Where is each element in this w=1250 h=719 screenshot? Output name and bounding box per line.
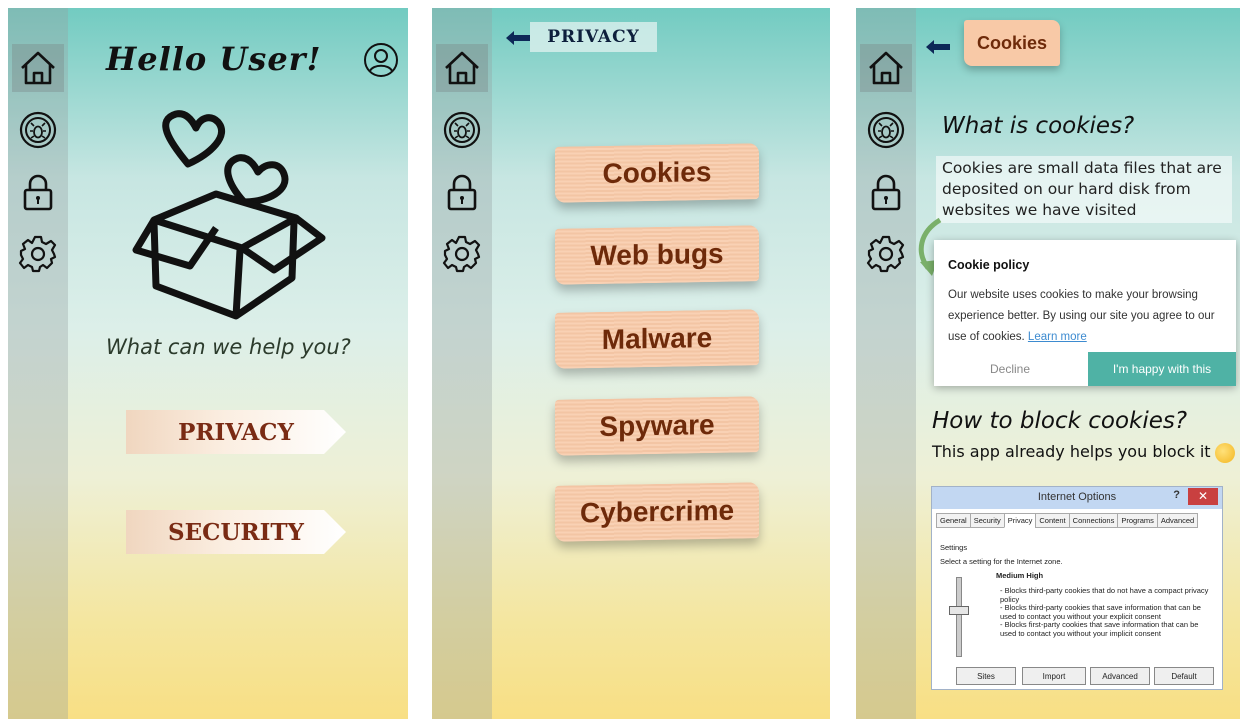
heading-how-to-block: How to block cookies? <box>932 408 1188 434</box>
tab-privacy[interactable]: Privacy <box>1003 513 1037 528</box>
lock-icon[interactable] <box>12 168 64 216</box>
import-button[interactable]: Import <box>1022 667 1086 685</box>
user-avatar-icon[interactable] <box>363 42 399 82</box>
gear-icon[interactable] <box>436 230 488 278</box>
slider-thumb[interactable] <box>949 606 969 615</box>
tab-bar: General Security Privacy Content Connect… <box>936 513 1199 528</box>
description-line: - Blocks third-party cookies that do not… <box>1000 586 1209 604</box>
internet-options-window: Internet Options ? ✕ General Security Pr… <box>931 486 1223 690</box>
home-icon[interactable] <box>436 44 488 92</box>
cookie-policy-title: Cookie policy <box>948 258 1030 272</box>
learn-more-link[interactable]: Learn more <box>1028 331 1087 343</box>
topic-spyware-button[interactable]: Spyware <box>555 396 759 456</box>
lock-icon[interactable] <box>436 168 488 216</box>
page-title: PRIVACY <box>530 22 657 52</box>
greeting-title: Hello User! <box>106 40 322 78</box>
decline-button[interactable]: Decline <box>934 352 1086 386</box>
sidebar <box>8 8 68 719</box>
help-prompt: What can we help you? <box>106 335 351 359</box>
topic-web-bugs-button[interactable]: Web bugs <box>555 225 759 285</box>
home-screen: Hello User! What can we help you? PRIVAC… <box>8 8 408 719</box>
cookie-policy-card: Cookie policy Our website uses cookies t… <box>934 240 1236 386</box>
home-icon[interactable] <box>12 44 64 92</box>
tab-content[interactable]: Content <box>1035 513 1070 528</box>
tab-programs[interactable]: Programs <box>1117 513 1158 528</box>
smiley-emoji-icon <box>1214 442 1235 463</box>
description-line: - Blocks first-party cookies that save i… <box>1000 620 1199 638</box>
sidebar <box>856 8 916 719</box>
bug-shield-icon[interactable] <box>860 106 912 154</box>
advanced-button[interactable]: Advanced <box>1090 667 1150 685</box>
privacy-button[interactable]: PRIVACY <box>126 410 346 454</box>
default-button[interactable]: Default <box>1154 667 1214 685</box>
privacy-slider[interactable] <box>949 577 969 657</box>
security-button[interactable]: SECURITY <box>126 510 346 554</box>
description-line: - Blocks third-party cookies that save i… <box>1000 603 1201 621</box>
bug-shield-icon[interactable] <box>436 106 488 154</box>
heart-gift-box-icon <box>126 110 326 324</box>
back-arrow-icon[interactable] <box>926 40 950 54</box>
lock-icon[interactable] <box>860 168 912 216</box>
gear-icon[interactable] <box>860 230 912 278</box>
tab-connections[interactable]: Connections <box>1068 513 1119 528</box>
heading-what-is-cookies: What is cookies? <box>942 113 1135 139</box>
privacy-level-description: - Blocks third-party cookies that do not… <box>1000 586 1210 638</box>
window-titlebar: Internet Options ? ✕ <box>932 487 1222 509</box>
gear-icon[interactable] <box>12 230 64 278</box>
privacy-level: Medium High <box>996 571 1044 580</box>
back-arrow-icon[interactable] <box>506 31 530 45</box>
sidebar <box>432 8 492 719</box>
cookies-definition: Cookies are small data files that are de… <box>936 156 1232 223</box>
home-icon[interactable] <box>860 44 912 92</box>
tab-security[interactable]: Security <box>969 513 1005 528</box>
topic-cybercrime-button[interactable]: Cybercrime <box>555 482 759 542</box>
page-title: Cookies <box>964 20 1060 66</box>
privacy-screen: PRIVACY Cookies Web bugs Malware Spyware… <box>432 8 830 719</box>
sites-button[interactable]: Sites <box>956 667 1016 685</box>
help-button[interactable]: ? <box>1173 489 1180 501</box>
settings-label: Settings <box>940 543 968 552</box>
cookies-screen: Cookies What is cookies? Cookies are sma… <box>856 8 1240 719</box>
tab-general[interactable]: General <box>936 513 971 528</box>
cookie-policy-text: Our website uses cookies to make your br… <box>948 289 1215 343</box>
close-button[interactable]: ✕ <box>1188 488 1218 505</box>
tab-advanced[interactable]: Advanced <box>1156 513 1199 528</box>
accept-button[interactable]: I'm happy with this <box>1088 352 1236 386</box>
block-subtext: This app already helps you block it <box>932 442 1235 463</box>
topic-malware-button[interactable]: Malware <box>555 309 759 369</box>
bug-shield-icon[interactable] <box>12 106 64 154</box>
topic-cookies-button[interactable]: Cookies <box>555 143 759 203</box>
zone-prompt: Select a setting for the Internet zone. <box>940 557 1063 566</box>
